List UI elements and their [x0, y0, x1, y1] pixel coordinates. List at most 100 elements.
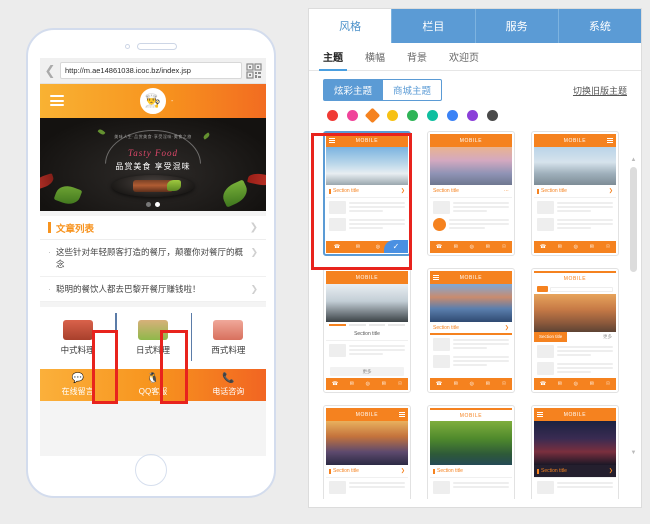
banner-carousel-dots[interactable] — [40, 202, 266, 207]
chevron-right-icon: ❯ — [608, 188, 613, 194]
template-card-3[interactable]: MOBILE Section title ❯ ☎ ✉ ◎ ✉ ☉ — [531, 131, 619, 256]
theme-toggle-mall[interactable]: 商城主题 — [382, 79, 443, 101]
swatch-blue[interactable] — [447, 110, 458, 121]
swatch-red[interactable] — [327, 110, 338, 121]
subtab-banner[interactable]: 横幅 — [365, 43, 385, 71]
template-card-5[interactable]: MOBILE Section title ❯ ☎ ✉ ◎ ✉ ☉ — [427, 268, 515, 393]
template-gallery[interactable]: MOBILE Section title ❯ ☎ ✉ ◎ ✓ MOBILE Se… — [309, 127, 641, 499]
night-city-photo — [534, 421, 616, 465]
subtab-welcome-page[interactable]: 欢迎页 — [449, 43, 479, 71]
tab-columns[interactable]: 栏目 — [392, 9, 476, 43]
more-dots-icon: ⋯ — [504, 188, 509, 194]
phone-home-button[interactable] — [135, 454, 167, 486]
banner-arc-text: 美味人生·品赏美食·享受淫味·美食之旅 — [114, 134, 192, 139]
template-card-2[interactable]: MOBILE Section title ⋯ ☎ ✉ ◎ ✉ ☉ — [427, 131, 515, 256]
template-card-9[interactable]: MOBILE Section title ❯ — [531, 405, 619, 499]
swatch-orange-selected[interactable] — [364, 107, 381, 124]
placeholder-image-icon — [537, 481, 554, 494]
article-list-header[interactable]: 文章列表 ❯ — [40, 216, 266, 240]
swatch-green[interactable] — [407, 110, 418, 121]
category-item-chinese[interactable]: 中式料理 — [40, 307, 115, 369]
template-header-label: MOBILE — [355, 137, 379, 144]
template-footer-bar: ☎ ✉ ◎ ✉ ☉ — [430, 378, 512, 390]
phone-camera-icon — [125, 44, 130, 49]
banner-dot-1[interactable] — [146, 202, 151, 207]
back-icon[interactable]: ❮ — [44, 63, 56, 79]
template-grid: MOBILE Section title ❯ ☎ ✉ ◎ ✓ MOBILE Se… — [323, 131, 627, 499]
banner-chili-left — [40, 173, 56, 190]
template-section-row: Section title ⋯ — [430, 185, 512, 198]
qr-code-icon[interactable] — [246, 62, 262, 79]
tab-services[interactable]: 服务 — [475, 9, 559, 43]
site-title-mini: - — [171, 98, 174, 105]
template-section-row: Section title — [326, 328, 408, 341]
bell-icon: ☉ — [397, 381, 403, 387]
switch-legacy-theme-link[interactable]: 切换旧版主题 — [573, 84, 627, 97]
nav-item-message[interactable]: 💬 在线留言 — [40, 369, 115, 401]
swatch-teal[interactable] — [427, 110, 438, 121]
swatch-dark[interactable] — [487, 110, 498, 121]
site-logo-glyph: 👨‍🍳 — [144, 93, 162, 108]
color-swatch-row — [309, 101, 641, 127]
chevron-right-icon[interactable]: ❯ — [250, 222, 258, 233]
placeholder-image-icon — [329, 481, 346, 494]
swatch-pink[interactable] — [347, 110, 358, 121]
nav-item-phone[interactable]: 📞 电话咨询 — [191, 369, 266, 401]
subtab-background[interactable]: 背景 — [407, 43, 427, 71]
template-header-bar: MOBILE — [430, 271, 512, 284]
hero-banner[interactable]: 美味人生·品赏美食·享受淫味·美食之旅 Tasty Food 品赏美食 享受混味 — [40, 118, 266, 211]
message-icon: ✉ — [557, 381, 562, 387]
phone-icon: ☎ — [333, 244, 341, 250]
hamburger-menu-icon — [607, 138, 613, 143]
template-content-rows — [326, 198, 408, 241]
template-section-title: Section title — [433, 188, 459, 194]
article-item[interactable]: · 这些针对年轻顾客打造的餐厅，颠覆你对餐厅的概念 ❯ — [40, 240, 266, 277]
category-item-western[interactable]: 西式料理 — [191, 307, 266, 369]
template-footer-bar: ☎ ✉ ◎ ✉ ☉ — [326, 378, 408, 390]
desert-road-photo — [534, 294, 616, 332]
category-item-japanese[interactable]: 日式料理 — [115, 307, 190, 369]
template-header-label: MOBILE — [459, 274, 483, 281]
placeholder-image-icon — [329, 344, 346, 357]
swatch-yellow[interactable] — [387, 110, 398, 121]
template-scrollbar[interactable]: ▲ ▼ — [629, 157, 638, 457]
template-header-label: MOBILE — [563, 275, 587, 282]
more-button[interactable]: 更多 — [330, 367, 404, 376]
template-card-8[interactable]: MOBILE Section title — [427, 405, 515, 499]
bullet-icon: · — [48, 247, 51, 257]
chevron-up-icon[interactable]: ▲ — [630, 157, 637, 164]
article-item[interactable]: · 聪明的餐饮人都去巴黎开餐厅赚钱啦！ ❯ — [40, 277, 266, 302]
message-icon: 💬 — [71, 372, 84, 384]
hamburger-menu-icon[interactable] — [50, 95, 64, 106]
subtab-theme[interactable]: 主题 — [319, 43, 347, 71]
tab-system[interactable]: 系统 — [558, 9, 641, 43]
theme-toggle-colorful[interactable]: 炫彩主题 — [323, 79, 383, 101]
hamburger-menu-icon — [433, 275, 439, 280]
japanese-food-icon — [137, 320, 168, 340]
mail-icon: ✉ — [589, 381, 594, 387]
swatch-purple[interactable] — [467, 110, 478, 121]
chevron-right-icon: ❯ — [400, 468, 405, 474]
phone-speaker-grill — [137, 43, 177, 50]
scrollbar-thumb[interactable] — [630, 167, 637, 272]
template-card-4[interactable]: MOBILE Section title 更多 ☎ ✉ ◎ ✉ ☉ — [323, 268, 411, 393]
placeholder-image-icon — [433, 355, 450, 368]
phone-icon: ☎ — [435, 244, 443, 250]
tab-style[interactable]: 风格 — [309, 9, 393, 43]
banner-dot-2[interactable] — [155, 202, 160, 207]
location-icon: ◎ — [375, 244, 381, 250]
banner-leaf-small-a — [97, 128, 106, 136]
chevron-right-icon: ❯ — [250, 247, 258, 257]
url-input[interactable]: http://m.ae14861038.icoc.bz/index.jsp — [60, 62, 242, 79]
nav-item-qq[interactable]: 🐧 QQ客服 — [115, 369, 190, 401]
template-section-row: Section title ❯ — [534, 465, 616, 478]
template-card-1[interactable]: MOBILE Section title ❯ ☎ ✉ ◎ ✓ — [323, 131, 411, 256]
template-card-6[interactable]: MOBILE Section title 更多 ☎ ✉ ◎ ✉ ☉ — [531, 268, 619, 393]
template-card-7[interactable]: MOBILE Section title ❯ — [323, 405, 411, 499]
message-icon: ✉ — [355, 244, 361, 250]
template-section-title: Section title — [333, 188, 359, 194]
template-content-rows — [430, 335, 512, 378]
category-label: 西式料理 — [211, 345, 246, 355]
chevron-down-icon[interactable]: ▼ — [630, 450, 637, 457]
placeholder-image-icon — [433, 481, 450, 494]
